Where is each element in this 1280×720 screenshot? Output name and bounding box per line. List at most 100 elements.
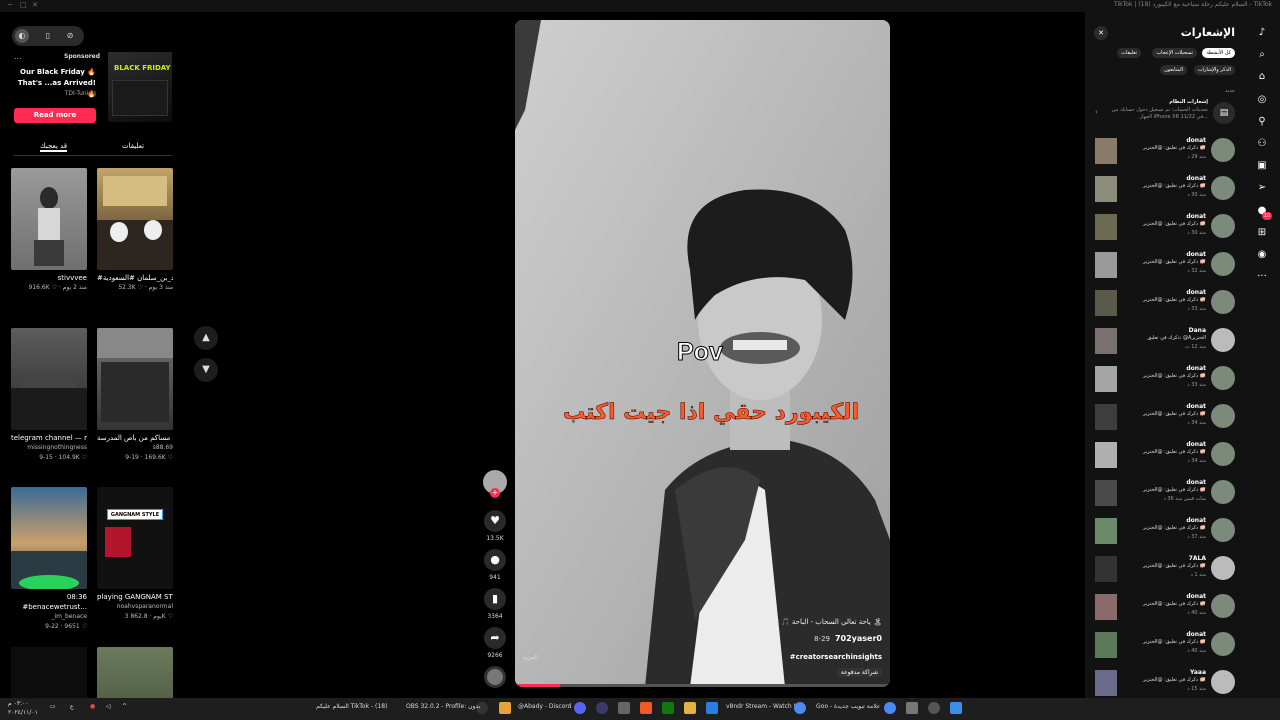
screen-icon[interactable]: ◐ [15, 29, 29, 43]
notification-video-thumbnail[interactable] [1095, 290, 1117, 316]
language-indicator[interactable]: ع [70, 703, 74, 710]
notification-name[interactable]: donat [1186, 593, 1206, 600]
microphone-icon[interactable]: ● [90, 703, 95, 710]
minimize-button[interactable]: ─ [8, 1, 12, 9]
tab-comments[interactable]: تعليقات [122, 142, 144, 150]
notification-item[interactable]: donat ذكرك في تعليق: @الخنزير 🐖 منذ 30 د [1095, 212, 1235, 246]
notification-video-thumbnail[interactable] [1095, 176, 1117, 202]
list-item[interactable]: telegram channel — msngbyss missingnothi… [11, 328, 87, 463]
avatar[interactable] [1211, 632, 1235, 656]
notification-item[interactable]: Yaaa ذكرك في تعليق: @الخنزير 🐖 منذ 15 د [1095, 668, 1235, 698]
notification-item[interactable]: donat ذكرك في تعليق: @الخنزير 🐖 منذ 33 د [1095, 364, 1235, 398]
avatar[interactable] [1211, 328, 1235, 352]
video-thumbnail[interactable] [11, 487, 87, 589]
video-hashtag[interactable]: #creatorsearchinsights [790, 653, 882, 661]
task-view-icon[interactable] [906, 702, 918, 714]
notification-video-thumbnail[interactable] [1095, 138, 1117, 164]
notification-name[interactable]: donat [1186, 213, 1206, 220]
notification-name[interactable]: donat [1186, 479, 1206, 486]
taskbar-app-tiktok[interactable]: السلام عليكم TikTok - (18) [316, 703, 387, 710]
taskbar-app-obs[interactable]: OBS 32.0.2 - Profile: بدون [406, 703, 480, 710]
notification-name[interactable]: Yaaa [1190, 669, 1206, 676]
video-thumbnail[interactable] [97, 168, 173, 270]
notification-name[interactable]: Dana [1189, 327, 1206, 334]
notification-video-thumbnail[interactable] [1095, 632, 1117, 658]
mobile-icon[interactable]: ▯ [41, 29, 55, 43]
notification-name[interactable]: donat [1186, 289, 1206, 296]
search-icon[interactable]: ⌕ [1255, 48, 1269, 62]
avatar[interactable] [1211, 594, 1235, 618]
app-icon[interactable] [662, 702, 674, 714]
author-avatar-button[interactable]: + [481, 470, 509, 498]
video-author[interactable]: 702yaser0 [835, 634, 882, 643]
notification-video-thumbnail[interactable] [1095, 366, 1117, 392]
close-icon[interactable]: ✕ [1094, 26, 1108, 40]
tab-you-may-like[interactable]: قد يعجبك [40, 142, 68, 152]
notification-item[interactable]: donat ذكرك في تعليق: @الخنزير 🐖 شات قبس من… [1095, 478, 1235, 512]
notification-item[interactable]: 7ALA ذكرك في تعليق: @الخنزير 🐖 منذ 1 د [1095, 554, 1235, 588]
filter-all[interactable]: كل الأنشطة [1202, 48, 1235, 58]
share-button[interactable]: ➦ 9266 [481, 627, 509, 659]
follow-plus-icon[interactable]: + [490, 488, 500, 498]
notification-item[interactable]: donat ذكرك في تعليق: @الخنزير 🐖 منذ 37 د [1095, 516, 1235, 550]
notification-item[interactable]: donat ذكرك في تعليق: @الخنزير 🐖 منذ 30 د [1095, 174, 1235, 208]
avatar[interactable] [1211, 214, 1235, 238]
explore-icon[interactable]: ◎ [1255, 93, 1269, 107]
video-thumbnail[interactable]: GANGNAM STYLE [97, 487, 173, 589]
live-icon[interactable]: ▣ [1255, 159, 1269, 173]
notification-name[interactable]: donat [1186, 175, 1206, 182]
avatar[interactable] [1211, 290, 1235, 314]
notification-name[interactable]: donat [1186, 517, 1206, 524]
notification-item[interactable]: donat ذكرك في تعليق: @الخنزير 🐖 منذ 33 د [1095, 288, 1235, 322]
clock-time[interactable]: ٠٣:٠٠ م [8, 700, 29, 707]
messages-icon[interactable]: ➢ [1255, 181, 1269, 195]
notification-name[interactable]: donat [1186, 403, 1206, 410]
filter-mentions[interactable]: الذكر والإشارات [1193, 65, 1235, 75]
chrome-icon[interactable] [884, 702, 896, 714]
ad-brand[interactable]: TDI-Tuning [14, 90, 96, 97]
discord-icon[interactable] [574, 702, 586, 714]
list-item[interactable]: ويسد مساكم من باص المدرسة 🚌 ... s88.69 9… [97, 328, 173, 463]
app-icon[interactable] [596, 702, 608, 714]
list-item[interactable]: #محمد_بن_سلمان #السعودية #SA #fyp 52.3K … [97, 168, 173, 293]
video-thumbnail[interactable] [97, 328, 173, 430]
avatar[interactable] [1211, 252, 1235, 276]
next-video-button[interactable]: ▼ [194, 358, 218, 382]
tiktok-logo-icon[interactable]: ♪ [1255, 26, 1269, 40]
home-icon[interactable]: ⌂ [1255, 70, 1269, 84]
volume-icon[interactable]: ◁ [106, 703, 111, 710]
notification-item[interactable]: donat ذكرك في تعليق: @الخنزير 🐖 منذ 40 د [1095, 592, 1235, 626]
notification-name[interactable]: 7ALA [1189, 555, 1206, 562]
notification-item[interactable]: donat ذكرك في تعليق: @الخنزير 🐖 منذ 29 د [1095, 136, 1235, 170]
video-thumbnail[interactable] [11, 328, 87, 430]
video-player[interactable]: Pov الكيبورد حقي اذا جيت اكتب Midnight 🎵… [515, 20, 890, 687]
notification-item[interactable]: donat ذكرك في تعليق: @الخنزير 🐖 منذ 34 د [1095, 402, 1235, 436]
notification-video-thumbnail[interactable] [1095, 442, 1117, 468]
maximize-button[interactable]: □ [20, 1, 27, 9]
video-more-link[interactable]: المزيد [523, 654, 538, 661]
notification-video-thumbnail[interactable] [1095, 328, 1117, 354]
bookmark-button[interactable]: ▮ 3364 [481, 588, 509, 620]
avatar[interactable] [1211, 176, 1235, 200]
ad-read-more-button[interactable]: Read more [14, 108, 96, 123]
filter-followers[interactable]: المتابعون [1160, 65, 1187, 75]
app-icon[interactable] [499, 702, 511, 714]
video-music[interactable]: Midnight 🎵 ياحة تعالي السحاب - الباحة 🏝 [748, 618, 882, 626]
avatar[interactable] [1211, 138, 1235, 162]
more-icon[interactable]: ··· [1255, 270, 1269, 284]
ad-more-icon[interactable]: ... [14, 52, 22, 61]
notification-name[interactable]: donat [1186, 365, 1206, 372]
list-item[interactable] [11, 647, 87, 698]
notification-item[interactable]: donat ذكرك في تعليق: @الخنزير 🐖 منذ 34 د [1095, 440, 1235, 474]
search-icon[interactable] [928, 702, 940, 714]
avatar[interactable] [1211, 366, 1235, 390]
windows-start-icon[interactable] [950, 702, 962, 714]
settings-icon[interactable]: ⊘ [63, 29, 77, 43]
notification-name[interactable]: donat [1186, 441, 1206, 448]
avatar[interactable] [1211, 442, 1235, 466]
profile-icon[interactable]: ◉ [1255, 248, 1269, 262]
brave-icon[interactable] [640, 702, 652, 714]
notification-video-thumbnail[interactable] [1095, 252, 1117, 278]
upload-icon[interactable]: ⊞ [1255, 226, 1269, 240]
notification-item[interactable]: donat ذكرك في تعليق: @الخنزير 🐖 منذ 32 د [1095, 250, 1235, 284]
